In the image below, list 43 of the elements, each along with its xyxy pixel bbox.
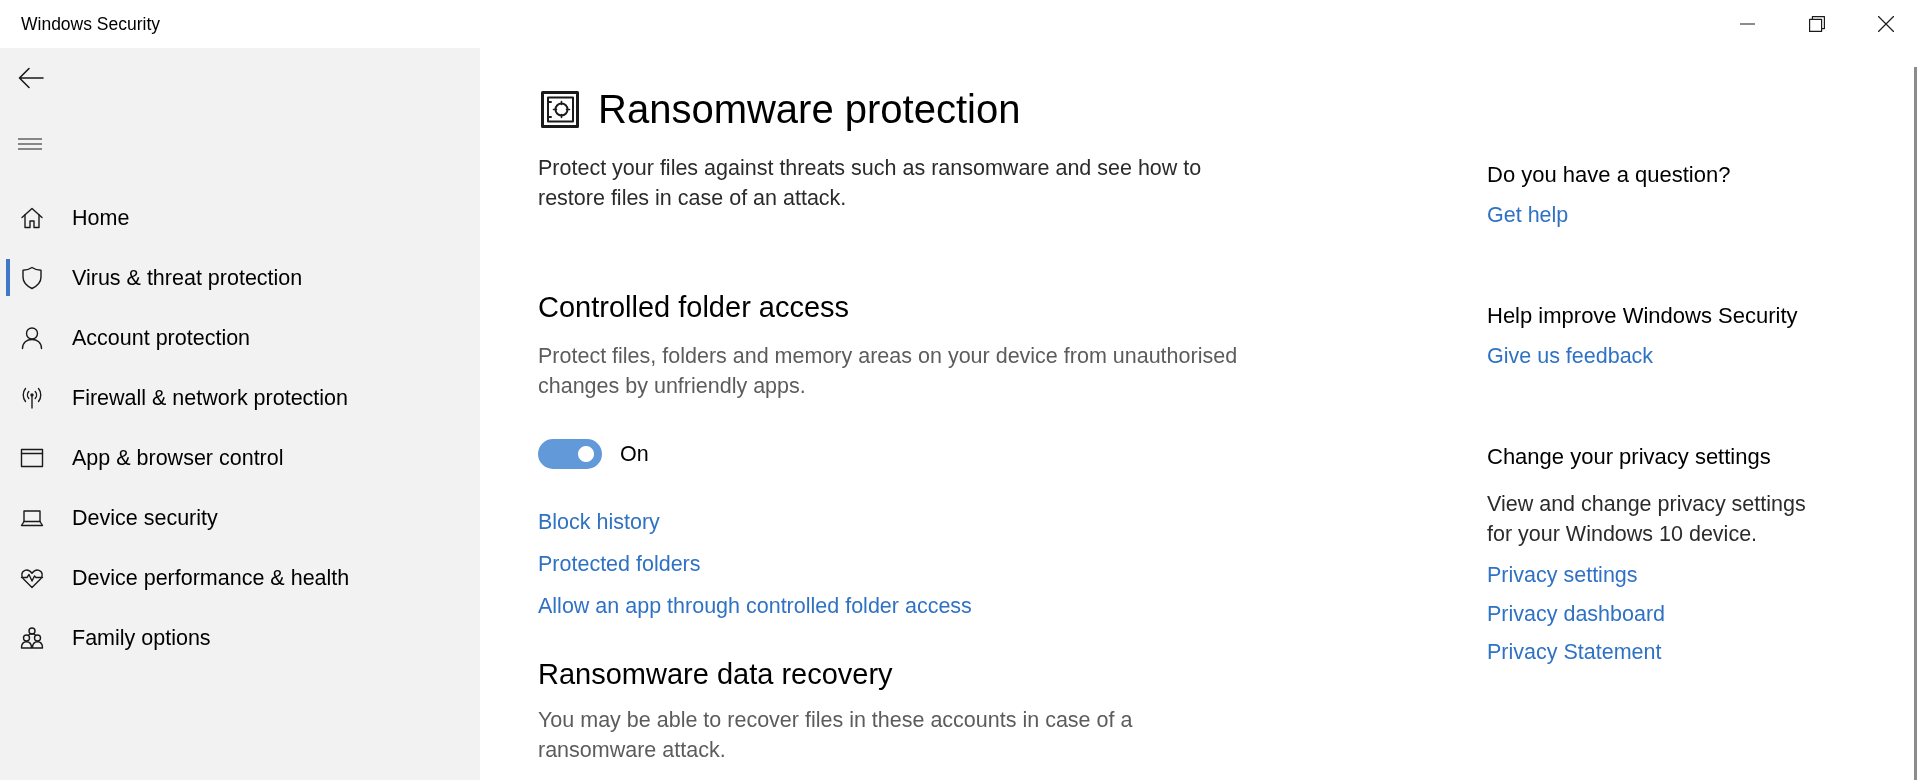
heart-pulse-icon: [20, 566, 44, 590]
shield-icon: [20, 266, 44, 290]
antenna-icon: [20, 386, 44, 410]
page-title: Ransomware protection: [598, 86, 1021, 133]
restore-icon: [1808, 16, 1825, 32]
home-icon: [20, 206, 44, 230]
text-link[interactable]: Give us feedback: [1487, 341, 1654, 371]
side-heading: Do you have a question?: [1487, 161, 1732, 189]
text-link[interactable]: Allow an app through controlled folder access: [538, 591, 972, 622]
sidebar-item[interactable]: App & browser control: [0, 428, 480, 488]
side-description: View and change privacy settings for your Windows 10 device.: [1487, 491, 1807, 548]
text-link[interactable]: Protected folders: [538, 549, 701, 580]
text-link[interactable]: Block history: [538, 507, 660, 538]
sidebar-item[interactable]: Virus & threat protection: [0, 248, 480, 308]
section-description: You may be able to recover files in these accounts in case of a ransomware attack.: [538, 707, 1134, 765]
sidebar-item[interactable]: Family options: [0, 608, 480, 668]
minimize-icon: [1740, 23, 1755, 25]
sidebar-item[interactable]: Account protection: [0, 308, 480, 368]
person-icon: [20, 326, 44, 350]
side-heading: Help improve Windows Security: [1487, 302, 1799, 330]
window-title: Windows Security: [20, 12, 161, 36]
sidebar-item[interactable]: Device security: [0, 488, 480, 548]
toggle-label: On: [620, 441, 649, 468]
page-description: Protect your files against threats such as ransomware and see how to restore files in case of an attack.: [538, 155, 1203, 212]
people-icon: [20, 626, 44, 650]
menu-icon: [18, 138, 42, 150]
text-link[interactable]: Privacy Statement: [1487, 637, 1662, 667]
text-link[interactable]: Get help: [1487, 200, 1569, 230]
sidebar-item[interactable]: Firewall & network protection: [0, 368, 480, 428]
sidebar-item[interactable]: Device performance & health: [0, 548, 480, 608]
toggle-switch[interactable]: [538, 439, 602, 470]
section-heading: Ransomware data recovery: [538, 657, 894, 693]
section-description: Protect files, folders and memory areas on your device from unauthorised changes by unfriendly apps.: [538, 343, 1239, 400]
close-icon: [1877, 16, 1894, 32]
sidebar-item[interactable]: Home: [0, 188, 480, 248]
safe-icon: [541, 90, 579, 128]
section-heading: Controlled folder access: [538, 290, 851, 325]
text-link[interactable]: Privacy dashboard: [1487, 598, 1666, 629]
side-heading: Change your privacy settings: [1487, 443, 1772, 471]
text-link[interactable]: Privacy settings: [1487, 560, 1638, 590]
window-icon: [20, 446, 44, 470]
scrollbar[interactable]: [1914, 67, 1917, 780]
back-icon: [18, 67, 44, 89]
